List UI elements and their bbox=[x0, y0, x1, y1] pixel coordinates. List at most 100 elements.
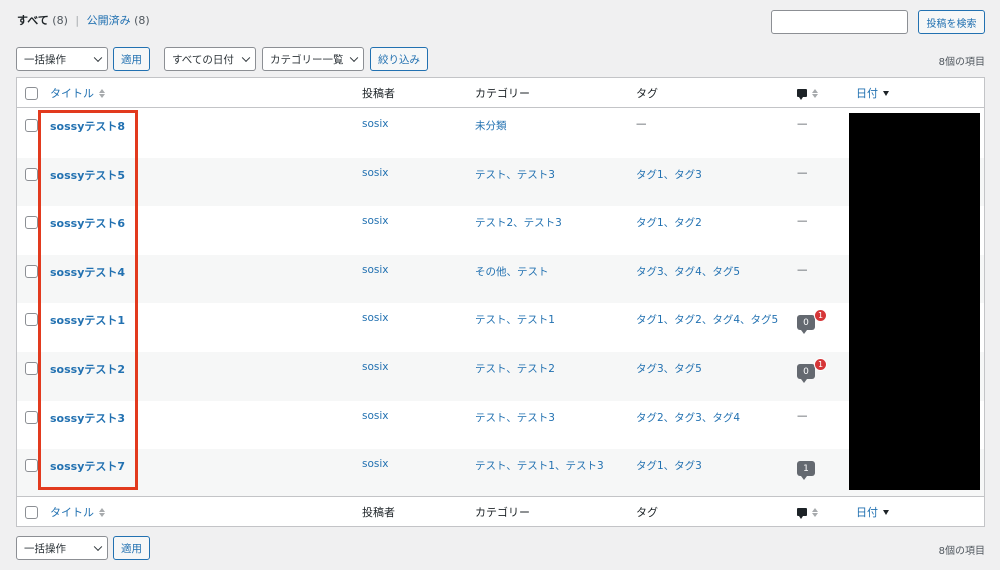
post-categories[interactable]: その他、テスト bbox=[475, 264, 549, 279]
post-author-link[interactable]: sosix bbox=[362, 361, 389, 373]
view-all-link[interactable]: すべて bbox=[17, 14, 49, 27]
post-tags[interactable]: タグ3、タグ4、タグ5 bbox=[636, 264, 740, 279]
sort-desc-icon bbox=[883, 90, 889, 96]
post-categories[interactable]: テスト、テスト3 bbox=[475, 167, 555, 182]
column-date-header[interactable]: 日付 bbox=[856, 78, 889, 108]
column-date-label: 日付 bbox=[856, 87, 878, 100]
table-header: タイトル 投稿者 カテゴリー タグ 日付 bbox=[17, 78, 984, 108]
apply-button-bottom[interactable]: 適用 bbox=[113, 536, 150, 560]
table-row: sossyテスト1 sosix テスト、テスト1 タグ1、タグ2、タグ4、タグ5 0 1 bbox=[17, 303, 984, 352]
row-checkbox[interactable] bbox=[25, 410, 38, 424]
category-filter-select[interactable]: カテゴリー一覧 bbox=[262, 47, 364, 71]
comment-count-bubble[interactable]: 0 bbox=[797, 315, 815, 335]
row-checkbox[interactable] bbox=[25, 216, 38, 230]
table-row: sossyテスト7 sosix テスト、テスト1、テスト3 タグ1、タグ3 1 bbox=[17, 449, 984, 498]
column-comments-footer[interactable] bbox=[797, 497, 818, 526]
post-tags[interactable]: タグ3、タグ5 bbox=[636, 361, 702, 376]
table-row: sossyテスト2 sosix テスト、テスト2 タグ3、タグ5 0 1 bbox=[17, 352, 984, 401]
view-separator: | bbox=[75, 14, 80, 27]
view-published-link[interactable]: 公開済み bbox=[87, 14, 131, 27]
column-categories-header: カテゴリー bbox=[475, 87, 530, 100]
sort-icon bbox=[99, 507, 105, 517]
title-highlight-box bbox=[38, 110, 138, 490]
bulk-action-select-top[interactable]: 一括操作 bbox=[16, 47, 108, 71]
table-row: sossyテスト3 sosix テスト、テスト3 タグ2、タグ3、タグ4— bbox=[17, 401, 984, 450]
select-all-checkbox-footer[interactable] bbox=[25, 506, 38, 519]
redacted-date-block bbox=[849, 113, 980, 490]
column-title-header[interactable]: タイトル bbox=[50, 78, 105, 108]
post-author-link[interactable]: sosix bbox=[362, 312, 389, 324]
post-categories[interactable]: テスト、テスト2 bbox=[475, 361, 555, 376]
post-categories[interactable]: テスト、テスト3 bbox=[475, 410, 555, 425]
sort-icon bbox=[99, 88, 105, 98]
post-author-link[interactable]: sosix bbox=[362, 410, 389, 422]
column-comments-header[interactable] bbox=[797, 78, 818, 108]
comments-none: — bbox=[797, 118, 808, 130]
table-row: sossyテスト8 sosix 未分類 — — bbox=[17, 109, 984, 158]
column-tags-header: タグ bbox=[636, 87, 658, 100]
table-row: sossyテスト4 sosix その他、テスト タグ3、タグ4、タグ5— bbox=[17, 254, 984, 304]
chevron-down-icon bbox=[93, 53, 103, 63]
sort-icon bbox=[812, 88, 818, 98]
table-footer: タイトル 投稿者 カテゴリー タグ 日付 bbox=[17, 496, 984, 526]
comments-none: — bbox=[797, 263, 808, 276]
filter-button[interactable]: 絞り込み bbox=[370, 47, 428, 71]
bulk-action-select-bottom[interactable]: 一括操作 bbox=[16, 536, 108, 560]
row-checkbox[interactable] bbox=[25, 264, 38, 278]
chevron-down-icon bbox=[93, 542, 103, 552]
posts-table: タイトル 投稿者 カテゴリー タグ 日付 sossyテスト8 sosix 未分類 — —… bbox=[16, 77, 985, 527]
row-checkbox[interactable] bbox=[25, 362, 38, 375]
row-checkbox[interactable] bbox=[25, 313, 38, 327]
category-filter-value: カテゴリー一覧 bbox=[270, 53, 344, 66]
column-author-header: 投稿者 bbox=[362, 87, 395, 100]
post-author-link[interactable]: sosix bbox=[362, 264, 389, 276]
view-published-count: (8) bbox=[134, 14, 150, 27]
items-count-bottom: 8個の項目 bbox=[938, 546, 985, 557]
post-categories[interactable]: テスト2、テスト3 bbox=[475, 215, 562, 230]
pending-comment-badge[interactable]: 1 bbox=[814, 358, 827, 371]
apply-button-top[interactable]: 適用 bbox=[113, 47, 150, 71]
comment-icon bbox=[797, 508, 807, 519]
comment-count-bubble[interactable]: 1 bbox=[797, 461, 815, 481]
comment-count-bubble[interactable]: 0 bbox=[797, 364, 815, 383]
post-author-link[interactable]: sosix bbox=[362, 458, 389, 470]
column-title-footer-label: タイトル bbox=[50, 506, 94, 519]
search-posts-button[interactable]: 投稿を検索 bbox=[918, 10, 985, 34]
items-count-top: 8個の項目 bbox=[938, 57, 985, 68]
post-categories[interactable]: テスト、テスト1 bbox=[475, 312, 555, 327]
row-checkbox[interactable] bbox=[25, 459, 38, 473]
post-author-link[interactable]: sosix bbox=[362, 118, 389, 130]
post-tags[interactable]: タグ2、タグ3、タグ4 bbox=[636, 410, 740, 425]
post-categories[interactable]: 未分類 bbox=[475, 118, 507, 133]
column-author-footer: 投稿者 bbox=[362, 506, 395, 519]
post-tags[interactable]: タグ1、タグ2、タグ4、タグ5 bbox=[636, 312, 778, 327]
comments-none: — bbox=[797, 409, 808, 422]
table-row: sossyテスト5 sosix テスト、テスト3 タグ1、タグ3— bbox=[17, 157, 984, 207]
column-date-footer-label: 日付 bbox=[856, 506, 878, 519]
column-title-footer[interactable]: タイトル bbox=[50, 497, 105, 526]
post-tags[interactable]: タグ1、タグ3 bbox=[636, 458, 702, 473]
select-all-checkbox[interactable] bbox=[25, 87, 38, 100]
pending-comment-badge[interactable]: 1 bbox=[814, 309, 827, 323]
date-filter-select[interactable]: すべての日付 bbox=[164, 47, 256, 71]
date-filter-value: すべての日付 bbox=[172, 53, 234, 66]
post-author-link[interactable]: sosix bbox=[362, 215, 389, 227]
sort-icon bbox=[812, 507, 818, 517]
post-tags[interactable]: タグ1、タグ3 bbox=[636, 167, 702, 182]
row-checkbox[interactable] bbox=[25, 119, 38, 132]
column-date-footer[interactable]: 日付 bbox=[856, 497, 889, 526]
row-checkbox[interactable] bbox=[25, 167, 38, 181]
post-author-link[interactable]: sosix bbox=[362, 167, 389, 179]
comments-none: — bbox=[797, 215, 808, 228]
column-categories-footer: カテゴリー bbox=[475, 506, 530, 519]
search-input[interactable] bbox=[771, 10, 908, 34]
column-title-label: タイトル bbox=[50, 87, 94, 100]
bulk-action-select-top-value: 一括操作 bbox=[24, 53, 66, 66]
post-tags: — bbox=[636, 118, 647, 130]
post-categories[interactable]: テスト、テスト1、テスト3 bbox=[475, 458, 604, 473]
chevron-down-icon bbox=[241, 53, 251, 63]
table-row: sossyテスト6 sosix テスト2、テスト3 タグ1、タグ2— bbox=[17, 206, 984, 255]
post-tags[interactable]: タグ1、タグ2 bbox=[636, 215, 702, 230]
view-filters: すべて (8) | 公開済み (8) bbox=[17, 12, 150, 28]
comments-none: — bbox=[797, 166, 808, 179]
